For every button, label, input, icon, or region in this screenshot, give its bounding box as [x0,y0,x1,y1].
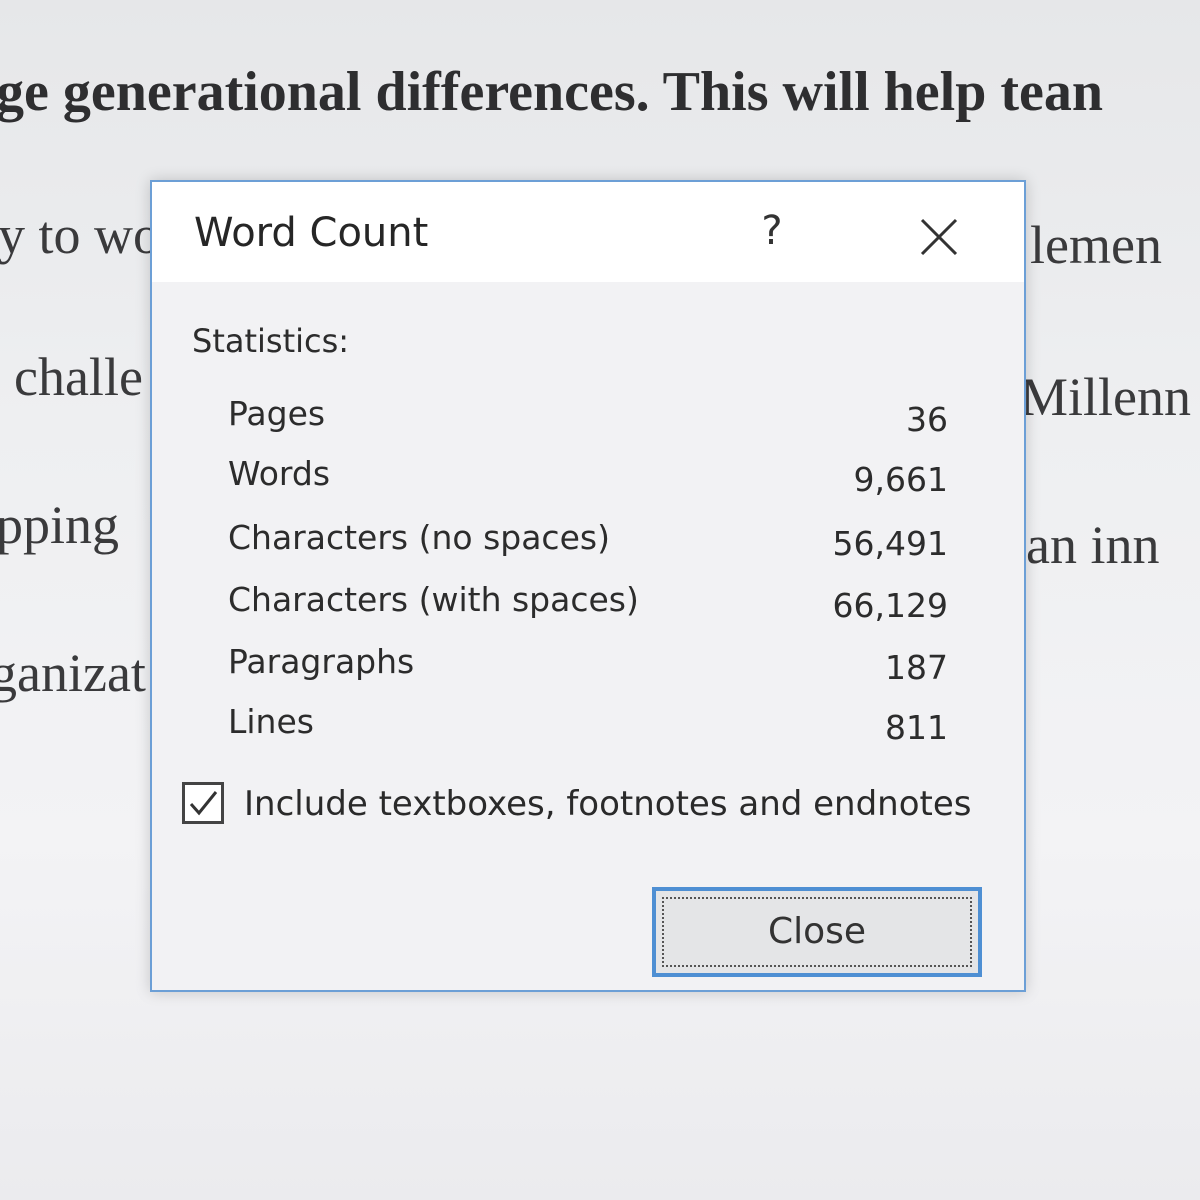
stat-label: Pages [228,394,326,433]
stat-label: Characters (with spaces) [228,580,639,619]
include-textboxes-checkbox[interactable] [182,782,224,824]
document-text-line: challe [14,347,143,407]
stat-row-lines: Lines 811 [228,702,948,748]
dialog-title: Word Count [194,210,429,256]
include-textboxes-checkbox-row[interactable]: Include textboxes, footnotes and endnote… [182,782,1002,832]
stat-value: 811 [885,708,948,747]
close-button[interactable]: Close [652,887,982,977]
stat-label: Lines [228,702,314,741]
stat-label: Characters (no spaces) [228,518,610,557]
include-textboxes-label: Include textboxes, footnotes and endnote… [244,784,972,824]
close-icon[interactable] [914,212,964,262]
stat-row-words: Words 9,661 [228,454,948,500]
dialog-titlebar[interactable]: Word Count ? [152,182,1024,282]
stat-value: 66,129 [832,586,948,625]
document-text-line: lemen [1030,215,1162,275]
document-text-line: Millenn [1020,367,1191,427]
stat-label: Words [228,454,331,493]
document-text-line: ge generational differences. This will h… [0,61,1103,123]
stat-row-characters-with-spaces: Characters (with spaces) 66,129 [228,580,948,626]
document-text-line: y to wo [0,205,160,265]
document-text-line: an inn [1026,515,1160,575]
checkmark-icon [189,791,218,816]
stat-value: 9,661 [853,460,948,499]
stat-value: 56,491 [832,524,948,563]
statistics-label: Statistics: [192,322,350,360]
help-button[interactable]: ? [750,208,794,260]
stat-value: 36 [906,400,948,439]
word-count-dialog: Word Count ? Statistics: Pages 36 Words … [150,180,1026,992]
stat-row-paragraphs: Paragraphs 187 [228,642,948,688]
stat-value: 187 [885,648,948,687]
document-text-line: ganizat [0,643,146,703]
dialog-body [152,282,1024,990]
document-text-line: pping [0,495,120,555]
stat-row-characters-no-spaces: Characters (no spaces) 56,491 [228,518,948,564]
close-button-label: Close [767,911,867,952]
stat-row-pages: Pages 36 [228,394,948,440]
stat-label: Paragraphs [228,642,415,681]
